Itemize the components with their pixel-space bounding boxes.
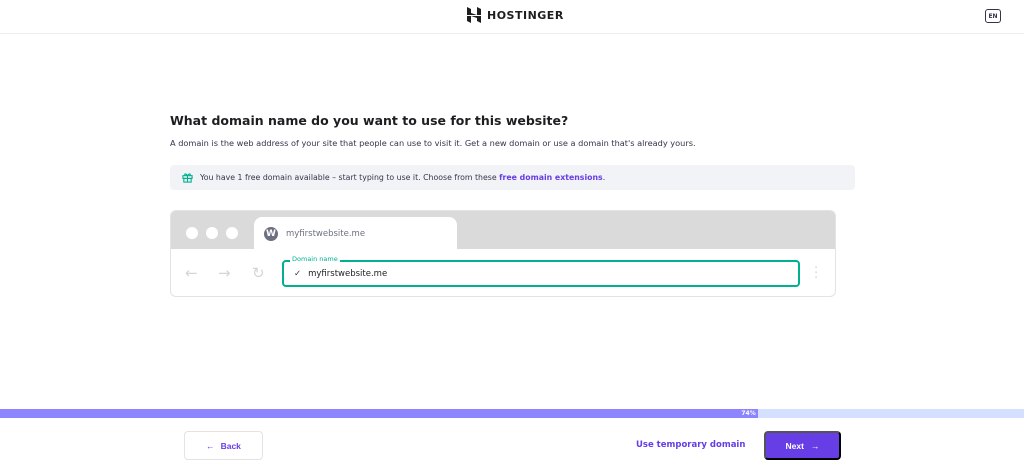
page-title: What domain name do you want to use for … [170, 113, 569, 128]
brand-name: HOSTINGER [487, 8, 564, 22]
gift-icon [182, 173, 193, 183]
back-button[interactable]: ← Back [184, 431, 263, 460]
domain-name-label: Domain name [290, 255, 340, 263]
domain-name-input[interactable]: Domain name ✓ myfirstwebsite.me [282, 255, 800, 287]
forward-arrow-icon: → [218, 264, 231, 282]
reload-icon: ↻ [252, 264, 265, 282]
language-selector[interactable]: EN [985, 9, 1001, 23]
browser-tab: W myfirstwebsite.me [254, 217, 457, 250]
arrow-right-icon: → [810, 440, 820, 451]
banner-period: . [602, 173, 606, 182]
header: HOSTINGER EN [0, 0, 1024, 34]
free-domain-extensions-link[interactable]: free domain extensions [499, 173, 603, 182]
window-dot [206, 227, 218, 239]
free-domain-banner: You have 1 free domain available – start… [170, 165, 855, 190]
page-subtitle: A domain is the web address of your site… [170, 138, 696, 148]
progress-fill: 74% [0, 409, 758, 418]
progress-label: 74% [741, 410, 756, 417]
more-options-icon: · · · [814, 261, 819, 286]
back-arrow-icon: ← [185, 264, 198, 282]
arrow-left-icon: ← [206, 440, 215, 451]
wordpress-icon: W [264, 226, 278, 241]
progress-bar: 74% [0, 409, 1024, 418]
hostinger-logo-icon [467, 7, 481, 23]
window-dot [226, 227, 238, 239]
use-temporary-domain-link[interactable]: Use temporary domain [636, 440, 745, 450]
window-dot [186, 227, 198, 239]
check-icon: ✓ [294, 268, 302, 279]
browser-preview: W myfirstwebsite.me ← → ↻ Domain name ✓ … [170, 210, 836, 297]
next-button[interactable]: Next → [764, 431, 841, 460]
browser-tab-bar: W myfirstwebsite.me [171, 211, 835, 250]
banner-text: You have 1 free domain available – start… [200, 173, 497, 182]
domain-name-value: myfirstwebsite.me [308, 268, 388, 279]
next-label: Next [785, 440, 804, 451]
tab-title: myfirstwebsite.me [286, 228, 366, 239]
hostinger-logo[interactable]: HOSTINGER [467, 7, 564, 23]
back-label: Back [220, 440, 241, 451]
